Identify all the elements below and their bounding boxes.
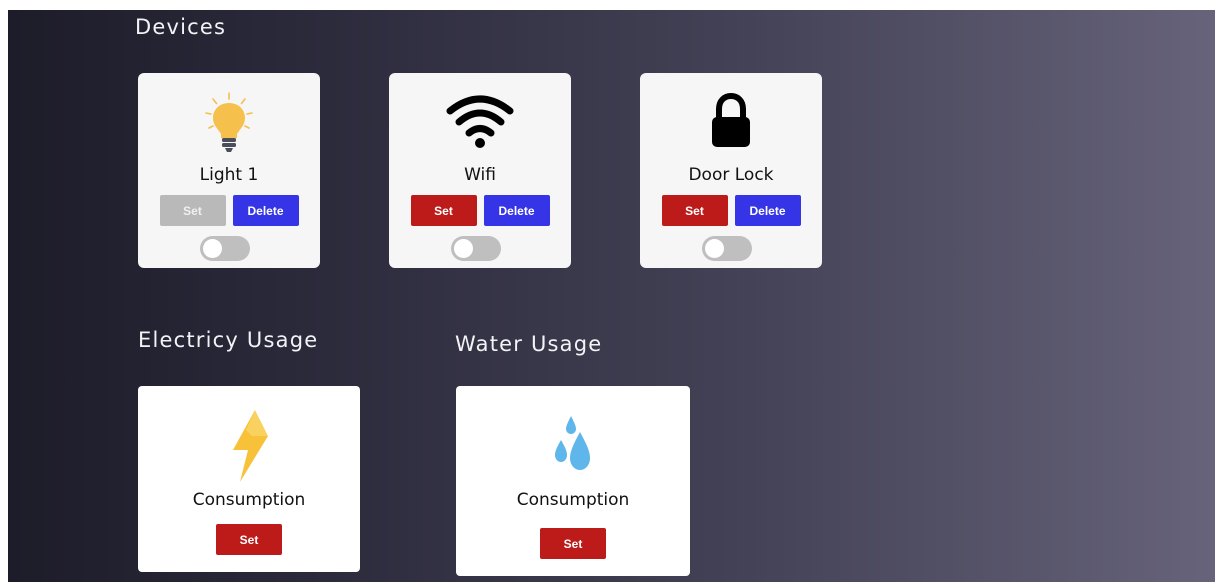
toggle-knob [454, 239, 473, 258]
toggle-knob [203, 239, 222, 258]
delete-button[interactable]: Delete [232, 195, 299, 226]
lightbulb-icon [138, 91, 320, 152]
device-card-light: Light 1 Set Delete [138, 73, 320, 268]
water-drops-icon [456, 408, 690, 488]
wifi-icon [389, 91, 571, 151]
consumption-label: Consumption [516, 490, 630, 510]
water-usage-heading: Water Usage [455, 332, 603, 356]
electricity-usage-card: Consumption Set [138, 386, 360, 572]
lock-icon [640, 91, 822, 151]
dashboard: Devices Light 1 Set Delete Wifi Set Dele… [8, 10, 1215, 582]
device-name: Light 1 [199, 165, 259, 185]
delete-button[interactable]: Delete [483, 195, 550, 226]
lightning-icon [138, 408, 360, 488]
device-toggle[interactable] [451, 236, 501, 261]
device-card-wifi: Wifi Set Delete [389, 73, 571, 268]
set-button[interactable]: Set [661, 195, 728, 226]
toggle-knob [705, 239, 724, 258]
device-actions: Set Delete [138, 195, 320, 226]
set-button[interactable]: Set [410, 195, 477, 226]
delete-button[interactable]: Delete [734, 195, 801, 226]
device-name: Wifi [464, 165, 496, 185]
device-actions: Set Delete [389, 195, 571, 226]
devices-heading: Devices [135, 15, 227, 39]
set-button[interactable]: Set [216, 524, 282, 555]
consumption-label: Consumption [192, 490, 306, 510]
electricity-usage-heading: Electricy Usage [138, 328, 319, 352]
set-button[interactable]: Set [159, 195, 226, 226]
device-card-door-lock: Door Lock Set Delete [640, 73, 822, 268]
device-toggle[interactable] [200, 236, 250, 261]
set-button[interactable]: Set [540, 528, 606, 559]
water-usage-card: Consumption Set [456, 386, 690, 576]
device-name: Door Lock [688, 165, 774, 185]
device-actions: Set Delete [640, 195, 822, 226]
device-toggle[interactable] [702, 236, 752, 261]
